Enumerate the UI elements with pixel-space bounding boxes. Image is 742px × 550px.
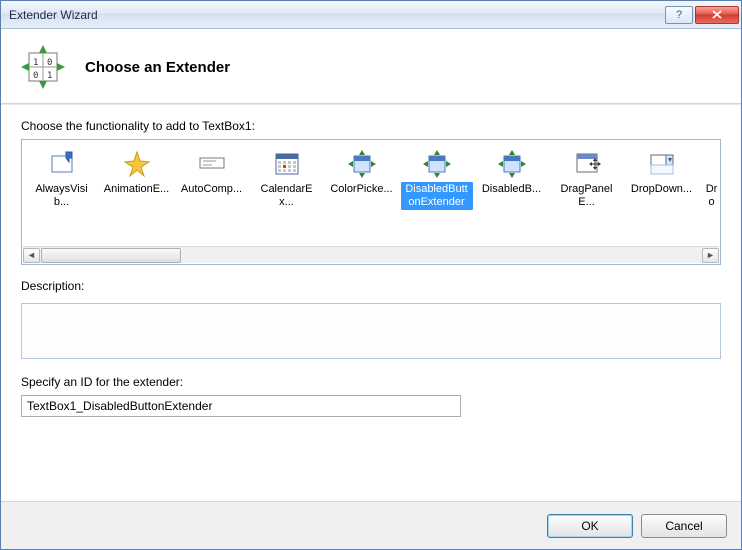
close-button[interactable] — [695, 6, 739, 24]
scroll-thumb[interactable] — [41, 248, 181, 263]
panel-arrows-icon — [346, 148, 378, 180]
extender-item-label: DragPanelE... — [551, 182, 623, 210]
pin-icon — [46, 148, 78, 180]
scroll-right-button[interactable]: ► — [702, 248, 719, 263]
scroll-track[interactable] — [41, 248, 701, 263]
id-label: Specify an ID for the extender: — [21, 375, 721, 389]
extender-item-label: AlwaysVisib... — [26, 182, 98, 210]
svg-text:0: 0 — [33, 71, 38, 81]
extender-wizard-window: Extender Wizard ? 1 0 0 1 — [0, 0, 742, 550]
extender-item[interactable]: AnimationE... — [99, 146, 174, 240]
extender-item-label: ColorPicke... — [327, 182, 395, 197]
extender-item-label: DisabledB... — [479, 182, 544, 197]
svg-text:1: 1 — [33, 58, 38, 68]
calendar-icon — [271, 148, 303, 180]
page-title: Choose an Extender — [85, 59, 230, 76]
wizard-icon: 1 0 0 1 — [19, 43, 67, 91]
content-area: Choose the functionality to add to TextB… — [1, 119, 741, 501]
panel-arrows-icon — [496, 148, 528, 180]
extender-item[interactable]: DisabledB... — [474, 146, 549, 240]
none-icon — [700, 148, 720, 180]
dropdown-icon — [646, 148, 678, 180]
sparkle-icon — [121, 148, 153, 180]
extender-item[interactable]: CalendarEx... — [249, 146, 324, 240]
help-icon: ? — [676, 9, 682, 21]
dialog-footer: OK Cancel — [1, 501, 741, 549]
extender-item-label: Dro — [700, 182, 720, 210]
extender-item[interactable]: AlwaysVisib... — [24, 146, 99, 240]
titlebar[interactable]: Extender Wizard ? — [1, 1, 741, 29]
extender-item-label: DropDown... — [628, 182, 695, 197]
textfield-icon — [196, 148, 228, 180]
header-divider — [1, 103, 741, 105]
extender-item-label: DisabledButtonExtender — [401, 182, 473, 210]
ok-button[interactable]: OK — [547, 514, 633, 538]
close-icon — [712, 10, 722, 19]
extender-item[interactable]: Dro — [699, 146, 720, 240]
window-title: Extender Wizard — [9, 8, 665, 22]
extender-item-label: AnimationE... — [101, 182, 172, 197]
extender-item-label: CalendarEx... — [251, 182, 323, 210]
cancel-button[interactable]: Cancel — [641, 514, 727, 538]
wizard-header: 1 0 0 1 Choose an Extender — [1, 29, 741, 103]
extender-item[interactable]: DragPanelE... — [549, 146, 624, 240]
horizontal-scrollbar[interactable]: ◄ ► — [23, 246, 719, 263]
panel-move-icon — [571, 148, 603, 180]
extender-item[interactable]: DropDown... — [624, 146, 699, 240]
titlebar-buttons: ? — [665, 6, 739, 24]
svg-text:0: 0 — [47, 58, 52, 68]
description-label: Description: — [21, 279, 721, 293]
extender-item[interactable]: ColorPicke... — [324, 146, 399, 240]
extender-id-input[interactable] — [21, 395, 461, 417]
svg-text:1: 1 — [47, 71, 52, 81]
functionality-label: Choose the functionality to add to TextB… — [21, 119, 721, 133]
help-button[interactable]: ? — [665, 6, 693, 24]
panel-arrows-icon — [421, 148, 453, 180]
description-box — [21, 303, 721, 359]
extender-item[interactable]: DisabledButtonExtender — [399, 146, 474, 240]
extender-item[interactable]: AutoComp... — [174, 146, 249, 240]
extender-list[interactable]: AlwaysVisib...AnimationE... AutoComp... Ca… — [21, 139, 721, 265]
scroll-left-button[interactable]: ◄ — [23, 248, 40, 263]
extender-item-label: AutoComp... — [178, 182, 245, 197]
